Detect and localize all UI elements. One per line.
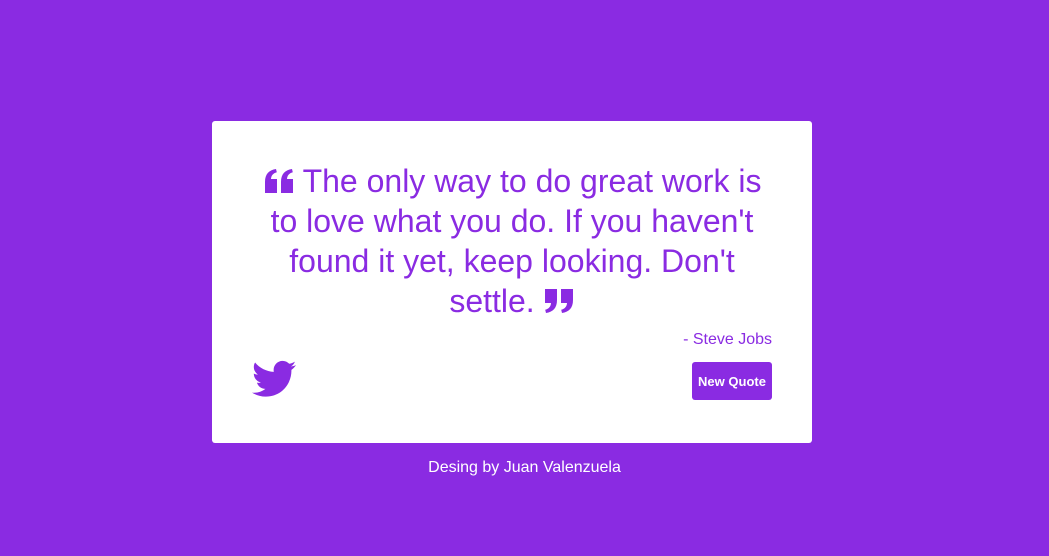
twitter-icon: [252, 360, 296, 397]
new-quote-button[interactable]: New Quote: [692, 362, 772, 400]
quote-box: The only way to do great work is to love…: [212, 121, 812, 443]
quote-text-block: The only way to do great work is to love…: [252, 161, 772, 321]
quote-left-icon: [263, 161, 303, 201]
quote-author: - Steve Jobs: [683, 331, 772, 348]
footer-credit: Desing by Juan Valenzuela: [428, 459, 621, 476]
tweet-quote-button[interactable]: [252, 360, 296, 398]
quote-right-icon: [535, 281, 575, 321]
quote-text: The only way to do great work is to love…: [270, 163, 762, 319]
